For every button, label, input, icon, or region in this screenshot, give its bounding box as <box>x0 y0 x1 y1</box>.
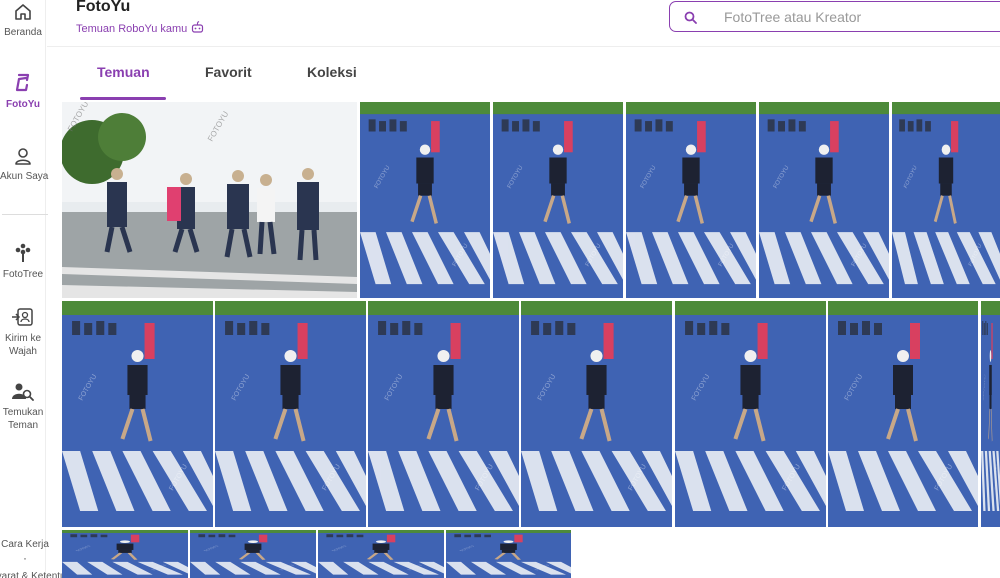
tab-koleksi[interactable]: Koleksi <box>307 64 357 80</box>
page-title: FotoYu <box>76 0 131 15</box>
photo-thumbnail[interactable]: FOTOYU FOTOYU <box>521 301 672 527</box>
subtitle-text: Temuan RoboYu kamu <box>76 22 188 35</box>
home-icon <box>0 2 46 22</box>
photo-thumbnail[interactable]: FOTOYU FOTOYU <box>981 301 1000 527</box>
sidebar: Beranda FotoYu Akun Saya FotoTree Kirim … <box>0 0 77 578</box>
face-scan-icon <box>0 306 46 328</box>
sidebar-item-akun-saya[interactable]: Akun Saya <box>0 146 49 183</box>
sidebar-item-label: FotoTree <box>2 269 44 280</box>
photo-thumbnail[interactable]: FOTOYU FOTOYU <box>360 102 490 298</box>
sidebar-item-label: Kirim ke Wajah <box>4 333 42 357</box>
search-input[interactable] <box>724 8 984 26</box>
photo-thumbnail[interactable]: FOTOYU FOTOYU <box>318 530 444 578</box>
photo-thumbnail[interactable]: FOTOYU FOTOYU <box>62 530 188 578</box>
sidebar-item-beranda[interactable]: Beranda <box>0 2 46 39</box>
cara-kerja-link[interactable]: Cara Kerja <box>0 538 54 551</box>
sidebar-item-kirim-ke-wajah[interactable]: Kirim ke Wajah <box>0 306 46 358</box>
photo-thumbnail[interactable]: FOTOYU FOTOYU <box>368 301 519 527</box>
fotoyu-logo-icon <box>0 72 46 94</box>
photo-thumbnail[interactable]: FOTOYU FOTOYU <box>62 102 357 298</box>
photo-thumbnail[interactable]: FOTOYU FOTOYU <box>675 301 826 527</box>
sidebar-item-label: Akun Saya <box>0 171 49 182</box>
dot-separator: · <box>23 551 27 565</box>
page-subtitle: Temuan RoboYu kamu <box>76 21 204 36</box>
active-tab-indicator <box>80 97 166 100</box>
tab-temuan[interactable]: Temuan <box>97 64 150 80</box>
tree-icon <box>0 242 46 264</box>
photo-thumbnail[interactable]: FOTOYU FOTOYU <box>626 102 756 298</box>
user-icon <box>0 146 46 166</box>
photo-thumbnail[interactable]: FOTOYU FOTOYU <box>62 301 213 527</box>
photo-thumbnail[interactable]: FOTOYU FOTOYU <box>759 102 889 298</box>
tab-favorit[interactable]: Favorit <box>205 64 252 80</box>
sidebar-item-label: Beranda <box>4 27 42 38</box>
photo-thumbnail[interactable]: FOTOYU FOTOYU <box>493 102 623 298</box>
sidebar-item-temukan-teman[interactable]: Temukan Teman <box>0 382 46 432</box>
photo-thumbnail[interactable]: FOTOYU FOTOYU <box>892 102 1000 298</box>
photo-thumbnail[interactable]: FOTOYU FOTOYU <box>828 301 978 527</box>
photo-thumbnail[interactable]: FOTOYU FOTOYU <box>446 530 571 578</box>
sidebar-divider <box>2 214 48 215</box>
search-box[interactable] <box>669 1 1000 32</box>
robot-icon <box>191 21 204 36</box>
sidebar-item-fototree[interactable]: FotoTree <box>0 242 46 281</box>
photo-thumbnail[interactable]: FOTOYU FOTOYU <box>190 530 316 578</box>
find-friend-icon <box>0 382 46 402</box>
syarat-ketentuan-link[interactable]: Syarat & Ketentuan <box>0 570 77 578</box>
sidebar-item-label: Temukan Teman <box>2 407 44 431</box>
sidebar-item-label: FotoYu <box>6 99 40 110</box>
photo-thumbnail[interactable]: FOTOYU FOTOYU <box>215 301 366 527</box>
sidebar-item-fotoyu[interactable]: FotoYu <box>0 72 46 111</box>
header-divider <box>47 46 1000 47</box>
